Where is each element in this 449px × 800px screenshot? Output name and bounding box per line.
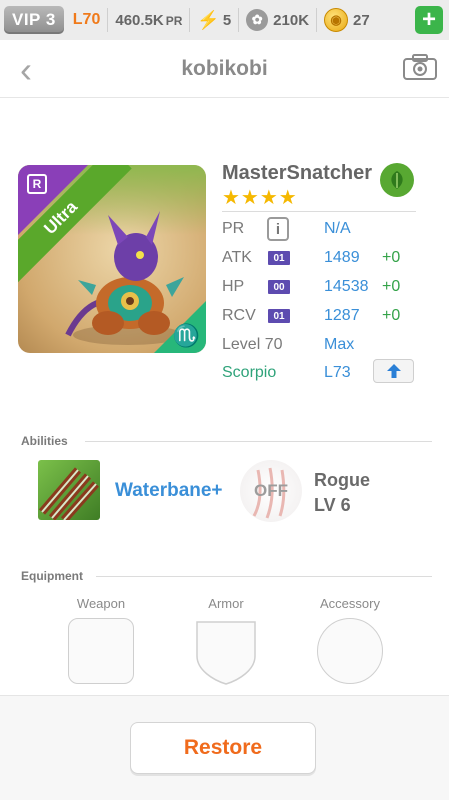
energy-value: 5	[222, 11, 232, 29]
add-currency-button[interactable]: +	[415, 6, 443, 34]
camera-icon[interactable]	[403, 54, 437, 80]
arrow-up-icon	[386, 364, 401, 378]
skill-name: Rogue	[314, 470, 370, 490]
pr-value: N/A	[324, 220, 351, 237]
stats-divider	[222, 211, 416, 212]
info-icon[interactable]: i	[267, 217, 289, 241]
hp-value: 14538	[324, 278, 369, 295]
rcv-bonus: +0	[382, 307, 401, 324]
vip-badge[interactable]: VIP 3	[4, 6, 64, 34]
status-bar: VIP 3 L70 460.5K PR ⚡ 5 ✿ 210K ◉ 27 +	[0, 0, 449, 40]
page-title: kobikobi	[181, 56, 268, 80]
accessory-slot[interactable]	[317, 618, 383, 684]
lightning-icon: ⚡	[197, 9, 220, 30]
waterbane-ability-icon[interactable]	[38, 460, 100, 520]
divider	[316, 8, 318, 32]
divider	[238, 8, 240, 32]
pet-portrait[interactable]: R Ultra ♏	[18, 165, 206, 353]
rarity-badge: R	[27, 174, 47, 194]
coin-counter[interactable]: ◉ 27	[324, 8, 370, 32]
zodiac-level: L73	[324, 364, 351, 381]
coin-value: 27	[353, 11, 370, 29]
zodiac-label: Scorpio	[222, 364, 277, 381]
level-value: Max	[324, 336, 355, 353]
paw-value: 210K	[273, 11, 310, 29]
level-label: Level 70	[222, 336, 283, 353]
hp-label: HP	[222, 278, 245, 295]
star-rating: ★★★★	[222, 187, 298, 209]
atk-bonus: +0	[382, 249, 401, 266]
energy-counter[interactable]: ⚡ 5	[197, 10, 231, 31]
skill-toggle-icon[interactable]: OFF	[240, 460, 302, 522]
page-header: ‹ kobikobi	[0, 40, 449, 98]
weapon-slot[interactable]	[68, 618, 134, 684]
skill-state: OFF	[254, 481, 288, 500]
weapon-label: Weapon	[76, 596, 126, 611]
abilities-divider	[85, 441, 432, 442]
restore-button[interactable]: Restore	[130, 722, 316, 774]
atk-label: ATK	[222, 249, 252, 266]
power-rating: 460.5K PR	[115, 12, 182, 29]
ability-name: Waterbane+	[115, 480, 223, 501]
armor-slot[interactable]	[193, 618, 259, 686]
rcv-tag: 01	[268, 309, 290, 323]
leaf-icon	[380, 163, 414, 197]
skill-level: LV 6	[314, 495, 351, 515]
equipment-heading: Equipment	[21, 569, 83, 583]
equipment-divider	[96, 576, 432, 577]
power-unit: PR	[165, 13, 183, 28]
paw-icon: ✿	[246, 9, 269, 31]
atk-value: 1489	[324, 249, 360, 266]
player-level: L70	[72, 11, 101, 28]
chevron-left-icon[interactable]: ‹	[20, 52, 32, 88]
upgrade-button[interactable]	[373, 359, 414, 383]
divider	[189, 8, 191, 32]
leaf-glyph	[391, 171, 403, 189]
coin-icon: ◉	[324, 8, 349, 32]
divider	[107, 8, 109, 32]
armor-label: Armor	[208, 596, 244, 611]
pr-label: PR	[222, 220, 245, 237]
power-value: 460.5K	[115, 11, 164, 29]
claw-slash-icon	[38, 467, 99, 520]
pet-name: MasterSnatcher	[222, 162, 373, 184]
hp-tag: 00	[268, 280, 290, 294]
paw-counter[interactable]: ✿ 210K	[246, 9, 309, 31]
accessory-label: Accessory	[320, 596, 380, 611]
hp-bonus: +0	[382, 278, 401, 295]
atk-tag: 01	[268, 251, 290, 265]
rcv-value: 1287	[324, 307, 360, 324]
rcv-label: RCV	[222, 307, 256, 324]
scorpio-icon: ♏	[172, 323, 200, 348]
abilities-heading: Abilities	[21, 434, 68, 448]
